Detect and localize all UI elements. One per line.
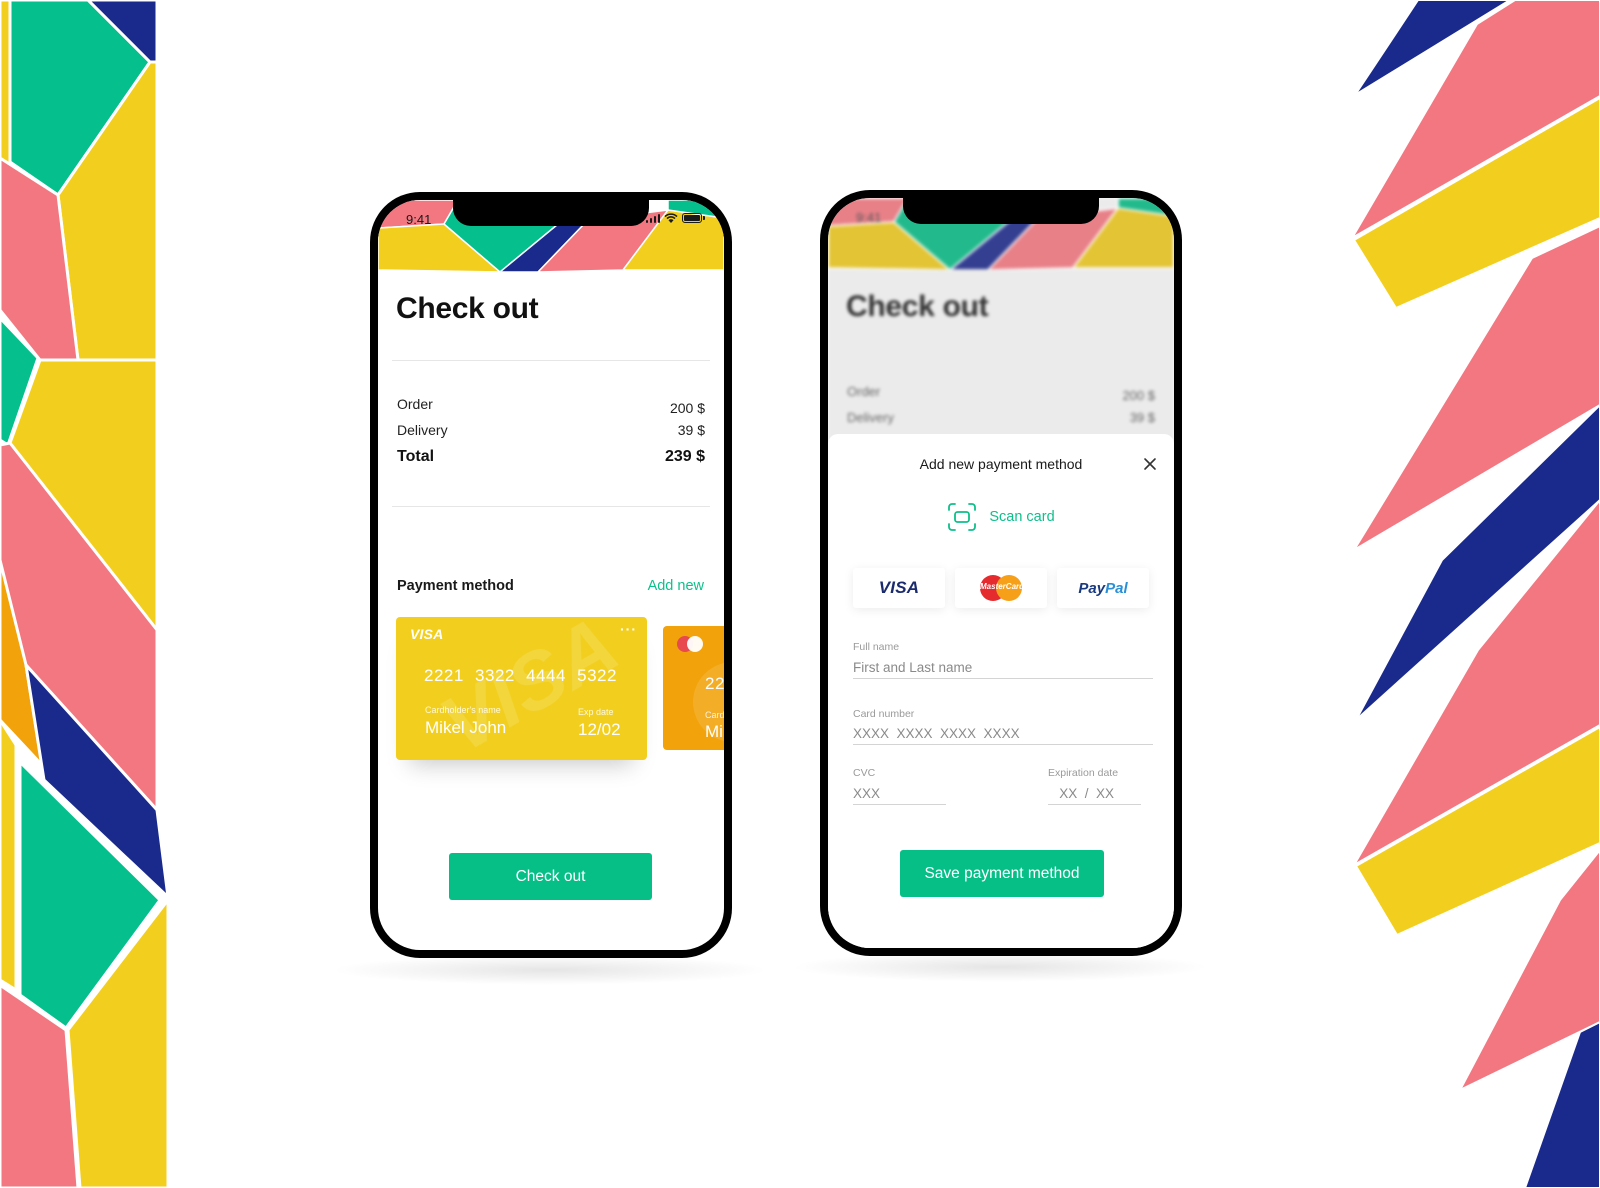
summary-row-order: Order 200 $ <box>847 384 1155 403</box>
payment-method-header: Payment method Add new <box>397 578 704 594</box>
mastercard-logo-text: MasterCard <box>980 582 1025 591</box>
cardholder-label: Cardholder's name <box>425 705 501 715</box>
paypal-logo: PayPal <box>1078 579 1128 597</box>
more-options-icon[interactable]: ··· <box>620 621 637 637</box>
payment-method-options: VISA MasterCard PayPal <box>853 568 1149 608</box>
page-title: Check out <box>396 292 539 325</box>
phone-notch <box>903 198 1099 224</box>
summary-value: 200 $ <box>1122 388 1155 403</box>
summary-label: Order <box>847 384 881 399</box>
summary-row-order: Order 200 $ <box>397 396 705 416</box>
scan-card-icon <box>948 503 977 531</box>
phone-shadow <box>790 952 1210 982</box>
full-name-label: Full name <box>853 641 900 653</box>
method-visa[interactable]: VISA <box>853 568 945 608</box>
visa-logo: VISA <box>410 626 444 642</box>
card-number-label: Card number <box>853 708 915 720</box>
total-label: Total <box>397 448 435 465</box>
cardholder-name: Mikel John <box>425 718 507 737</box>
signal-icon <box>645 213 660 223</box>
summary-value: 39 $ <box>677 422 705 438</box>
checkout-button[interactable]: Check out <box>449 853 652 900</box>
divider <box>392 360 710 361</box>
status-time: 9:41 <box>406 212 432 227</box>
bg-shape <box>0 718 18 992</box>
save-payment-button[interactable]: Save payment method <box>900 850 1104 897</box>
summary-row-delivery: Delivery 39 $ <box>397 422 705 438</box>
mastercard-logo-icon: MasterCard <box>980 575 1025 601</box>
summary-value: 200 $ <box>669 400 705 416</box>
divider <box>392 506 710 507</box>
add-payment-screen: 9:41 Check out Order 200 $ Delivery 39 $… <box>828 198 1174 948</box>
expiration-input[interactable] <box>1048 786 1141 805</box>
phone-notch <box>453 200 649 226</box>
scan-card-label: Scan card <box>989 509 1055 525</box>
exp-date-label: Exp date <box>578 707 614 717</box>
cardholder-name: Mi <box>705 722 723 741</box>
summary-row-delivery: Delivery 39 $ <box>847 410 1155 425</box>
scan-card-button[interactable]: Scan card <box>828 502 1174 532</box>
status-icons <box>645 213 705 223</box>
battery-icon <box>682 213 705 223</box>
visa-card[interactable]: VISA VISA ··· 2221 3322 4444 5322 Cardho… <box>396 617 647 760</box>
cvc-label: CVC <box>853 767 876 779</box>
wifi-icon <box>664 213 678 223</box>
summary-value: 39 $ <box>1129 410 1155 425</box>
phone-shadow <box>330 955 770 985</box>
cardholder-label: Card <box>705 710 724 720</box>
visa-logo: VISA <box>878 578 920 597</box>
method-mastercard[interactable]: MasterCard <box>955 568 1047 608</box>
summary-row-total: Total 239 $ <box>397 448 705 466</box>
status-time: 9:41 <box>856 210 882 225</box>
summary-label: Order <box>397 396 433 412</box>
close-icon[interactable] <box>1142 456 1158 472</box>
cvc-input[interactable] <box>853 786 946 805</box>
phone-checkout: 9:41 Check out Order 200 $ Delivery 39 $… <box>370 192 732 958</box>
decorative-background <box>0 0 1600 1188</box>
summary-label: Delivery <box>397 422 448 438</box>
page-title: Check out <box>846 290 989 323</box>
sheet-title: Add new payment method <box>919 456 1083 472</box>
method-paypal[interactable]: PayPal <box>1057 568 1149 608</box>
add-payment-sheet: Add new payment method Scan card VISA Ma… <box>828 434 1174 948</box>
mastercard-logo-icon <box>677 636 705 652</box>
exp-date-value: 12/02 <box>578 720 621 739</box>
section-title: Payment method <box>397 578 514 594</box>
total-value: 239 $ <box>664 448 705 465</box>
card-number: 2221 3322 4444 5322 <box>424 666 617 685</box>
phone-add-payment: 9:41 Check out Order 200 $ Delivery 39 $… <box>820 190 1182 956</box>
expiration-label: Expiration date <box>1048 767 1119 779</box>
card-number: 22 <box>705 674 724 693</box>
add-new-link[interactable]: Add new <box>648 578 704 594</box>
full-name-input[interactable] <box>853 660 1153 679</box>
checkout-screen: 9:41 Check out Order 200 $ Delivery 39 $… <box>378 200 724 950</box>
summary-label: Delivery <box>847 410 894 425</box>
card-number-input[interactable] <box>853 726 1153 745</box>
mastercard-card[interactable]: 22 Card Mi <box>663 626 724 750</box>
showcase-canvas: 9:41 Check out Order 200 $ Delivery 39 $… <box>0 0 1600 1188</box>
